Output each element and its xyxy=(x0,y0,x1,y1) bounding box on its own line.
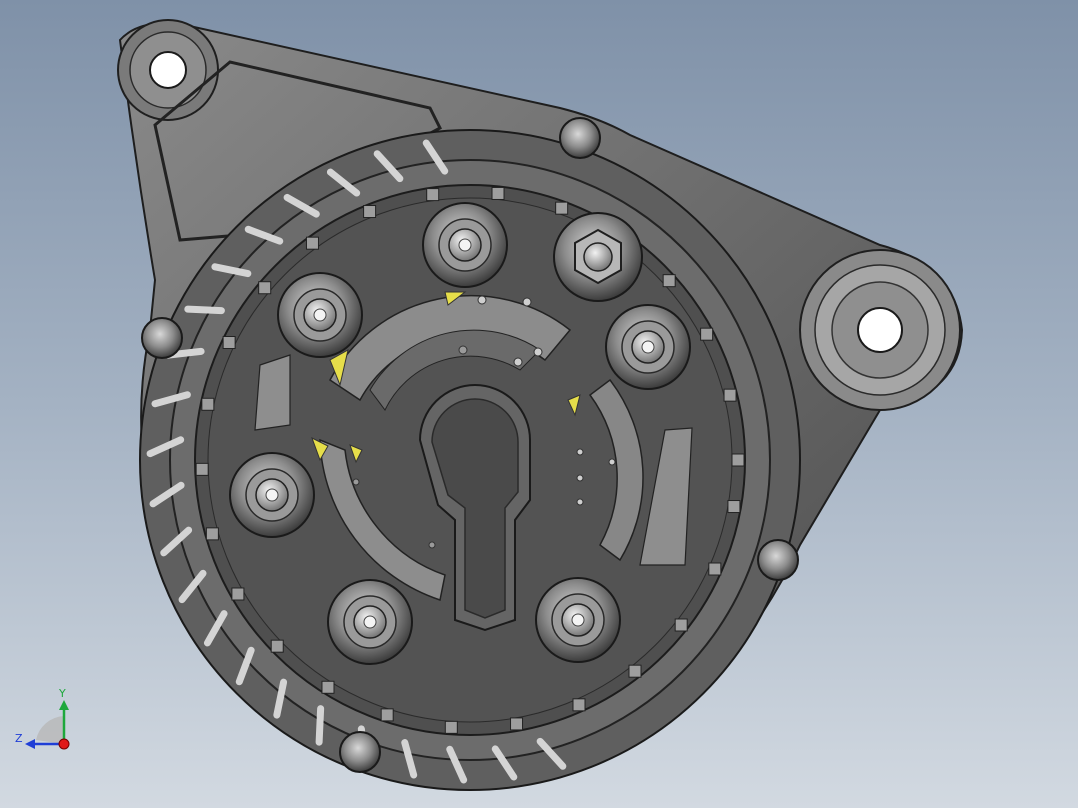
retaining-tab xyxy=(674,618,688,632)
terminal-stud[interactable] xyxy=(605,304,691,390)
retaining-tab xyxy=(270,639,284,653)
retaining-tab xyxy=(444,720,458,734)
terminal-stud[interactable] xyxy=(422,202,508,288)
retaining-tab xyxy=(628,664,642,678)
retaining-tab xyxy=(731,453,745,467)
terminal-stud[interactable] xyxy=(327,579,413,665)
retaining-tab xyxy=(205,527,219,541)
vent-slot xyxy=(184,305,225,315)
retaining-tab xyxy=(305,236,319,250)
triad-z-label: Z xyxy=(15,732,23,745)
retaining-tab xyxy=(708,562,722,576)
vent-slot xyxy=(315,705,325,746)
retaining-tab xyxy=(231,587,245,601)
retaining-tab xyxy=(555,201,569,215)
triad-y-label: Y xyxy=(58,687,66,700)
retaining-tab xyxy=(321,680,335,694)
retaining-tab xyxy=(700,327,714,341)
mounting-ear-top-left xyxy=(117,19,219,121)
retaining-tab xyxy=(572,698,586,712)
terminal-stud[interactable] xyxy=(277,272,363,358)
cad-viewport[interactable]: Y Z xyxy=(0,0,1078,808)
retaining-tab xyxy=(662,274,676,288)
view-triad: Y Z xyxy=(15,687,70,750)
retaining-tab xyxy=(222,336,236,350)
retaining-tab xyxy=(363,205,377,219)
terminal-stud[interactable] xyxy=(535,577,621,663)
retaining-tab xyxy=(201,397,215,411)
retaining-tab xyxy=(491,186,505,200)
retaining-tab xyxy=(380,708,394,722)
retaining-tab xyxy=(426,188,440,202)
mounting-ear-right xyxy=(799,249,961,411)
retaining-tab xyxy=(727,500,741,514)
retaining-tab xyxy=(510,717,524,731)
alternator-model[interactable]: Y Z xyxy=(0,0,1078,808)
retaining-tab xyxy=(195,462,209,476)
retaining-tab xyxy=(723,388,737,402)
retaining-tab xyxy=(258,281,272,295)
battery-terminal-nut[interactable] xyxy=(553,212,643,302)
terminal-stud[interactable] xyxy=(229,452,315,538)
